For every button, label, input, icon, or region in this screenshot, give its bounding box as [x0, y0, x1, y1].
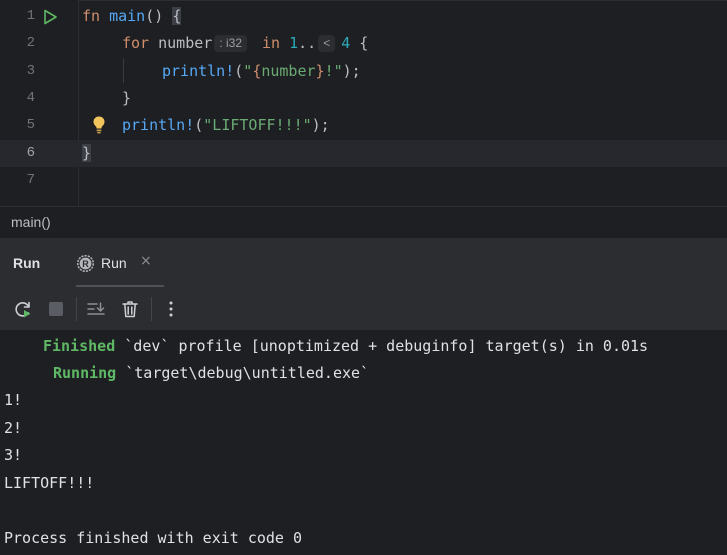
line-number: 4 [26, 90, 35, 106]
code-text: fn main() { [82, 3, 182, 30]
code-line-3: 3 println!("{number}!"); [0, 58, 727, 85]
run-toolbar [0, 287, 727, 330]
run-console[interactable]: Finished `dev` profile [unoptimized + de… [0, 330, 727, 555]
code-punct: ( [194, 116, 204, 134]
code-text: println!("{number}!"); [162, 58, 361, 85]
svg-text:R: R [82, 259, 89, 269]
toolbar-separator [151, 297, 152, 321]
keyword-fn: fn [82, 7, 101, 25]
format-brace: { [252, 62, 262, 80]
code-text: for number: i32 in 1.. <4 { [122, 30, 368, 57]
range-end: 4 [341, 34, 351, 52]
keyword-in: in [262, 34, 281, 52]
code-punct: { [350, 34, 369, 52]
macro-call: println! [162, 62, 235, 80]
breadcrumb: main() [0, 206, 727, 237]
console-line-finished: Finished `dev` profile [unoptimized + de… [43, 333, 648, 360]
console-text: `target\debug\untitled.exe` [116, 364, 370, 382]
line-number: 1 [26, 8, 35, 24]
status-label-running: Running [53, 364, 117, 382]
tab-label: Run [101, 255, 127, 271]
tab-run[interactable]: R Run × [76, 238, 164, 288]
code-line-5: 5 println!("LIFTOFF!!!"); [0, 112, 727, 139]
console-line-running: Running `target\debug\untitled.exe` [53, 360, 369, 387]
console-output-line: 3! [4, 446, 23, 464]
code-text: } [122, 89, 132, 107]
line-number: 6 [26, 145, 35, 161]
trash-icon[interactable] [120, 299, 140, 319]
code-line-7: 7 [0, 167, 727, 194]
line-number: 2 [26, 35, 35, 51]
run-tool-window-header: Run R Run × [0, 237, 727, 288]
rerun-icon[interactable] [13, 299, 33, 319]
code-punct: () [145, 7, 173, 25]
code-line-6: 6 } [0, 140, 727, 167]
range-operator: .. [298, 34, 317, 52]
format-argument: number [261, 62, 316, 80]
string-literal: !" [324, 62, 343, 80]
status-label-finished: Finished [43, 337, 116, 355]
console-exit-message: Process finished with exit code 0 [4, 529, 303, 547]
more-vertical-icon[interactable] [161, 299, 181, 319]
console-output-line: 2! [4, 419, 23, 437]
keyword-for: for [122, 34, 150, 52]
function-name: main [109, 7, 146, 25]
code-editor[interactable]: 1 fn main() { 2 for number: i32 in 1.. <4… [0, 0, 727, 206]
lightbulb-icon[interactable] [91, 115, 107, 135]
macro-call: println! [122, 116, 195, 134]
console-output-line: LIFTOFF!!! [4, 474, 95, 492]
loop-variable: number [158, 34, 213, 52]
console-output-line: 1! [4, 391, 23, 409]
code-text: println!("LIFTOFF!!!"); [122, 112, 330, 139]
format-brace: } [315, 62, 325, 80]
rust-icon: R [76, 254, 95, 273]
console-text: `dev` profile [unoptimized + debuginfo] … [115, 337, 649, 355]
code-line-4: 4 } [0, 85, 727, 112]
line-number: 3 [26, 63, 35, 79]
string-literal: " [243, 62, 253, 80]
ide-window: 1 fn main() { 2 for number: i32 in 1.. <4… [0, 0, 727, 555]
breadcrumb-item-main[interactable]: main() [11, 214, 51, 230]
matched-brace: } [82, 144, 92, 162]
tool-window-title: Run [13, 255, 41, 271]
string-literal: "LIFTOFF!!!" [203, 116, 312, 134]
line-number: 7 [26, 172, 35, 188]
matched-brace: { [172, 7, 182, 25]
line-number: 5 [26, 117, 35, 133]
code-punct: ( [234, 62, 244, 80]
range-start: 1 [289, 34, 299, 52]
code-line-2: 2 for number: i32 in 1.. <4 { [0, 30, 727, 57]
code-punct: ); [311, 116, 330, 134]
type-inlay-hint: : i32 [214, 35, 247, 52]
code-punct: ); [342, 62, 361, 80]
code-line-1: 1 fn main() { [0, 3, 727, 30]
range-inlay-hint: < [318, 35, 336, 52]
toolbar-separator [76, 297, 77, 321]
run-triangle-icon[interactable] [42, 9, 58, 25]
editor-top-border [0, 0, 727, 1]
stop-icon[interactable] [46, 299, 66, 319]
scroll-to-end-icon[interactable] [86, 299, 106, 319]
close-icon[interactable]: × [140, 253, 152, 269]
code-text: } [82, 140, 92, 167]
